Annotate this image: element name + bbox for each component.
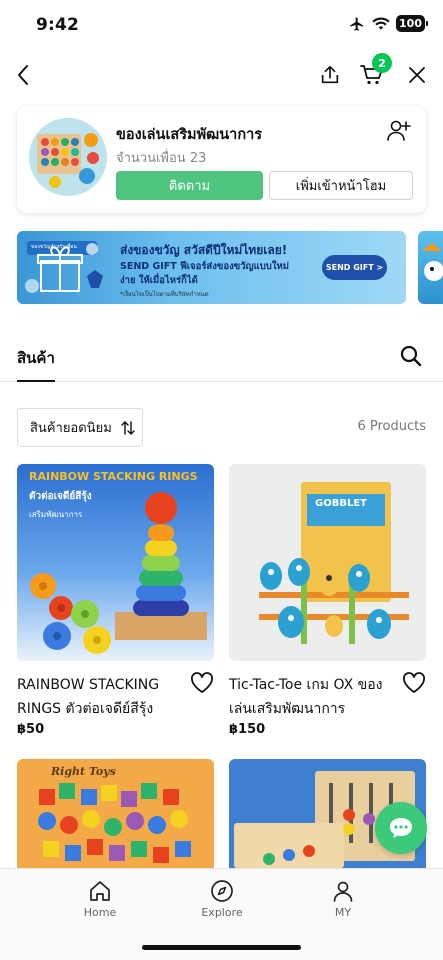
battery-indicator: 100 — [396, 15, 428, 32]
product-image[interactable]: Right Toys — [17, 759, 214, 868]
profile-card: ของเล่นเสริมพัฒนาการ จำนวนเพื่อน 23 ติดต… — [17, 106, 426, 213]
back-button[interactable] — [5, 55, 41, 95]
product-price: ฿50 — [17, 722, 45, 737]
nav-my-label: MY — [334, 906, 352, 919]
nav-home-label: Home — [83, 906, 117, 919]
wishlist-button[interactable] — [190, 672, 214, 694]
promo-banner-next[interactable] — [418, 231, 443, 304]
image-text-subtitle: ตัวต่อเจดีย์สีรุ้ง — [29, 491, 92, 502]
gift-illustration — [25, 241, 103, 293]
add-person-icon — [387, 120, 411, 141]
banner-line-2: ง่าย ให้เมื่อไหร่ก็ได้ — [120, 275, 198, 286]
heart-icon — [191, 672, 213, 693]
nav-home[interactable]: Home — [60, 879, 140, 919]
heart-icon — [403, 672, 425, 693]
tab-products[interactable]: สินค้า — [17, 346, 55, 370]
image-text-caption: เสริมพัฒนาการ — [29, 510, 83, 519]
product-name[interactable]: RAINBOW STACKING RINGS ตัวต่อเจดีย์สีรุ้… — [17, 673, 185, 721]
banner-badge: ของขวัญสำหรับเพื่อน — [31, 244, 77, 250]
image-text-title: RAINBOW STACKING RINGS — [29, 470, 198, 483]
send-gift-button[interactable]: SEND GIFT > — [322, 255, 387, 280]
product-count: 6 Products — [357, 419, 426, 434]
search-button[interactable] — [399, 344, 423, 368]
close-icon — [409, 67, 425, 83]
status-time: 9:42 — [36, 15, 80, 35]
image-text-title: Right Toys — [51, 765, 116, 778]
tab-divider — [0, 381, 443, 382]
sort-button[interactable]: สินค้ายอดนิยม — [17, 408, 143, 447]
close-button[interactable] — [399, 55, 435, 95]
promo-banner[interactable]: ของขวัญสำหรับเพื่อน ส่งของขวัญ สวัสดีปีใ… — [17, 231, 406, 304]
product-image-tic-tac-toe — [229, 464, 426, 661]
nav-my[interactable]: MY — [303, 879, 383, 919]
compass-icon — [211, 880, 233, 902]
chevron-left-icon — [18, 65, 28, 85]
person-icon — [333, 881, 353, 902]
search-icon — [400, 345, 422, 367]
home-indicator — [142, 945, 301, 950]
top-nav: 2 — [0, 53, 443, 95]
cart-button[interactable]: 2 — [354, 53, 392, 95]
tab-underline — [17, 380, 55, 382]
product-price: ฿150 — [229, 722, 266, 737]
banner-note: *เงื่อนไขเป็นไปตามที่บริษัทกำหนด — [120, 291, 209, 298]
wishlist-button[interactable] — [402, 672, 426, 694]
wifi-icon — [372, 16, 390, 30]
banner-next-illustration — [422, 243, 443, 281]
nav-explore[interactable]: Explore — [182, 879, 262, 919]
shop-avatar[interactable] — [29, 118, 107, 196]
cart-badge: 2 — [372, 53, 392, 73]
friend-count: จำนวนเพื่อน 23 — [116, 151, 207, 166]
sort-label: สินค้ายอดนิยม — [30, 421, 112, 436]
follow-button[interactable]: ติดตาม — [116, 171, 263, 200]
home-icon — [90, 881, 110, 901]
share-button[interactable] — [312, 55, 348, 95]
product-image[interactable]: RAINBOW STACKING RINGS ตัวต่อเจดีย์สีรุ้… — [17, 464, 214, 661]
add-to-home-button[interactable]: เพิ่มเข้าหน้าโฮม — [269, 171, 413, 200]
airplane-icon — [350, 16, 364, 31]
banner-line-1: SEND GIFT ฟีเจอร์ส่งของขวัญแบบใหม่ — [120, 261, 289, 272]
status-bar: 9:42 100 — [0, 0, 443, 50]
chat-button[interactable] — [375, 802, 427, 854]
product-image[interactable]: GOBBLET — [229, 464, 426, 661]
status-icons: 100 — [348, 15, 428, 32]
nav-explore-label: Explore — [201, 906, 243, 919]
image-text-title: GOBBLET — [315, 498, 367, 509]
add-friend-button[interactable] — [386, 118, 412, 144]
shop-name: ของเล่นเสริมพัฒนาการ — [116, 127, 263, 143]
banner-title: ส่งของขวัญ สวัสดีปีใหม่ไทยเลย! — [120, 243, 288, 257]
chat-bubble-icon — [390, 818, 412, 838]
sort-arrows-icon — [121, 420, 135, 435]
product-name[interactable]: Tic-Tac-Toe เกม OX ของเล่นเสริมพัฒนาการ — [229, 673, 397, 721]
avatar-image — [29, 118, 107, 196]
share-icon — [321, 65, 339, 84]
